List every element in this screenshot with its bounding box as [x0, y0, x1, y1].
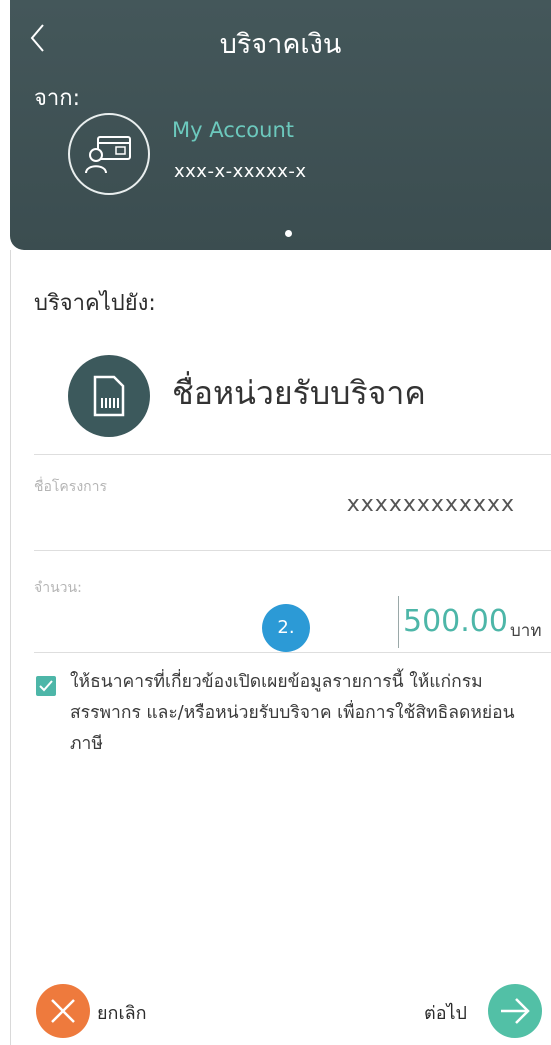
next-button[interactable]: [488, 984, 542, 1038]
amount-input[interactable]: 500.00: [403, 604, 508, 639]
page-title: บริจาคเงิน: [219, 29, 342, 60]
close-icon: [51, 999, 75, 1023]
from-label: จาก:: [34, 86, 80, 111]
divider: [34, 550, 551, 551]
header-panel: บริจาคเงิน จาก: My Account xxx-x-xxxxx-x: [10, 0, 551, 250]
donate-to-label: บริจาคไปยัง:: [34, 291, 156, 316]
project-value: xxxxxxxxxxxx: [346, 492, 515, 517]
org-name: ชื่อหน่วยรับบริจาค: [172, 374, 426, 412]
divider: [34, 454, 551, 455]
consent-text: ให้ธนาคารที่เกี่ยวข้องเปิดเผยข้อมูลรายกา…: [70, 672, 515, 754]
cancel-label[interactable]: ยกเลิก: [97, 998, 147, 1027]
next-label[interactable]: ต่อไป: [424, 998, 467, 1027]
amount-unit: บาท: [510, 621, 542, 641]
account-number: xxx-x-xxxxx-x: [174, 161, 307, 182]
page-indicator-dot: [285, 230, 292, 237]
step-badge: 2.: [262, 604, 310, 652]
project-label: ชื่อโครงการ: [34, 479, 108, 495]
text-cursor: [398, 596, 399, 648]
amount-label: จำนวน:: [34, 580, 82, 596]
cancel-button[interactable]: [36, 984, 90, 1038]
consent-checkbox[interactable]: [36, 676, 56, 696]
account-card-icon: [68, 113, 150, 195]
account-name: My Account: [172, 118, 295, 142]
document-icon: [68, 355, 150, 437]
divider: [34, 652, 551, 653]
checkmark-icon: [39, 680, 53, 692]
arrow-right-icon: [501, 998, 530, 1024]
